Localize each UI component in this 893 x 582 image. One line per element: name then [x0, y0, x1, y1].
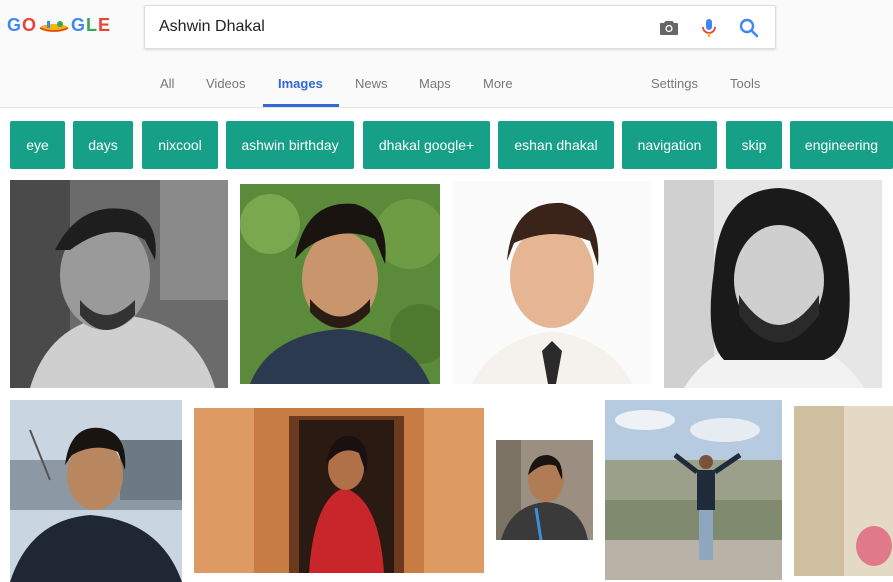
chip-navigation[interactable]: navigation	[622, 121, 717, 169]
woman-red-dress-doorway-image	[194, 408, 484, 573]
chip-dhakal-google-plus[interactable]: dhakal google+	[363, 121, 490, 169]
logo-letter-2: O	[22, 15, 38, 35]
image-result-7[interactable]	[496, 440, 593, 540]
tab-more[interactable]: More	[483, 76, 513, 91]
image-result-5[interactable]	[10, 400, 182, 582]
grayscale-portrait-long-hair-beard-image	[664, 180, 882, 388]
tab-maps[interactable]: Maps	[419, 76, 451, 91]
chip-eshan-dhakal[interactable]: eshan dhakal	[498, 121, 614, 169]
logo-letter-5: E	[98, 15, 112, 35]
camera-icon[interactable]	[657, 16, 681, 40]
chip-engineering[interactable]: engineering	[790, 121, 893, 169]
man-arms-raised-city-view-image	[605, 400, 782, 580]
chip-nixcool[interactable]: nixcool	[142, 121, 218, 169]
image-result-4[interactable]	[664, 180, 882, 388]
image-result-8[interactable]	[605, 400, 782, 580]
image-result-9[interactable]	[794, 406, 893, 576]
chip-skip[interactable]: skip	[726, 121, 782, 169]
search-icon[interactable]	[737, 16, 761, 40]
image-result-3[interactable]	[452, 181, 652, 384]
search-tabs: All Videos Images News Maps More Setting…	[0, 66, 893, 108]
image-result-1[interactable]	[10, 180, 228, 388]
active-tab-indicator	[263, 104, 339, 107]
tab-tools[interactable]: Tools	[730, 76, 760, 91]
results-page: { "logo": { "letters": ["G", "O", "G", "…	[0, 0, 893, 582]
doodle-illustration-icon	[39, 21, 69, 33]
partial-image-right-edge	[794, 406, 893, 576]
search-input[interactable]	[159, 6, 639, 48]
tab-videos[interactable]: Videos	[206, 76, 246, 91]
tab-news[interactable]: News	[355, 76, 388, 91]
tab-images[interactable]: Images	[278, 76, 323, 91]
logo-letter-1: G	[7, 15, 23, 35]
logo-letter-3: G	[71, 15, 87, 35]
microphone-icon[interactable]	[697, 16, 721, 40]
google-doodle-logo[interactable]: GO GLE	[7, 15, 111, 36]
portrait-man-green-foliage-image	[240, 184, 440, 384]
search-box	[144, 5, 776, 49]
tab-all[interactable]: All	[160, 76, 174, 91]
chip-ashwin-birthday[interactable]: ashwin birthday	[226, 121, 354, 169]
header-bar: GO GLE All Videos Images News Maps More	[0, 0, 893, 108]
blurred-portrait-man-tie-image	[452, 181, 652, 384]
tab-settings[interactable]: Settings	[651, 76, 698, 91]
man-harbor-background-image	[10, 400, 182, 582]
image-result-2[interactable]	[240, 184, 440, 384]
chip-days[interactable]: days	[73, 121, 133, 169]
image-result-6[interactable]	[194, 408, 484, 573]
chip-eye[interactable]: eye	[10, 121, 65, 169]
logo-letter-4: L	[86, 15, 99, 35]
grayscale-portrait-man-image	[10, 180, 228, 388]
man-with-lanyard-image	[496, 440, 593, 540]
